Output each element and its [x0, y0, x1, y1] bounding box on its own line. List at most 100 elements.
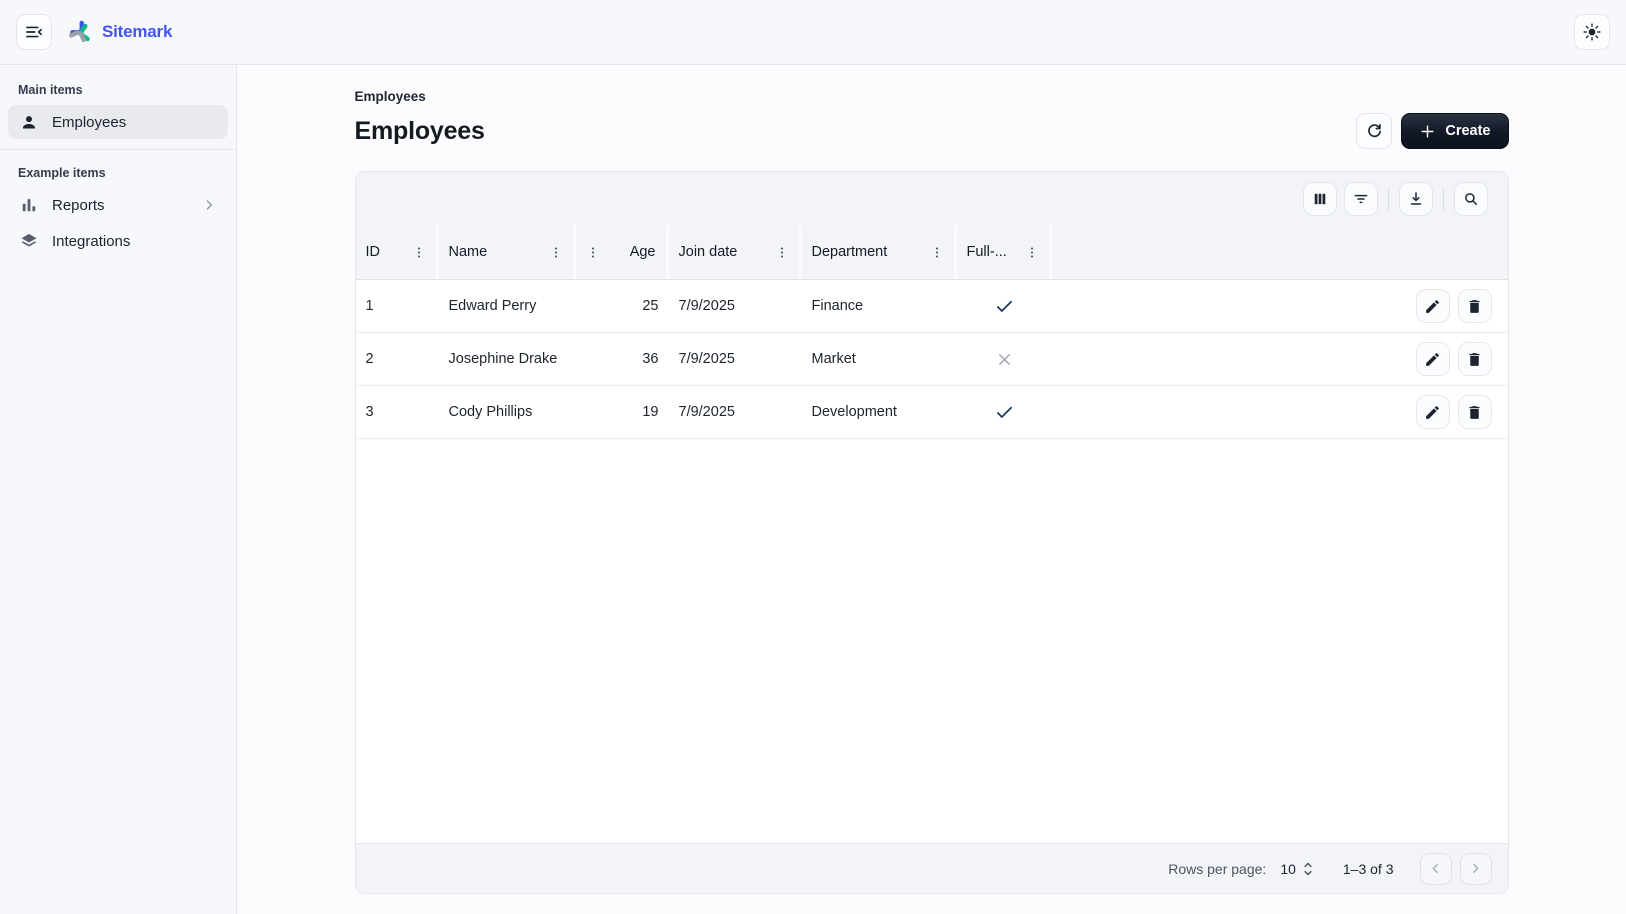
cell-department: Finance — [802, 280, 957, 332]
breadcrumb: Employees — [355, 89, 1509, 104]
refresh-button[interactable] — [1356, 113, 1392, 149]
theme-toggle-button[interactable] — [1574, 14, 1610, 50]
column-header[interactable]: Department — [802, 225, 957, 279]
column-menu-icon[interactable] — [1025, 245, 1039, 260]
brand-name: Sitemark — [102, 22, 172, 42]
search-icon — [1462, 190, 1480, 208]
sidebar-item-label: Employees — [52, 114, 126, 131]
sidebar-collapse-button[interactable] — [16, 14, 52, 50]
column-menu-icon[interactable] — [586, 245, 600, 260]
delete-row-button[interactable] — [1458, 289, 1492, 323]
select-stepper-icon — [1301, 860, 1315, 878]
filter-button[interactable] — [1344, 182, 1378, 216]
edit-row-button[interactable] — [1416, 395, 1450, 429]
person-icon — [19, 112, 39, 132]
columns-button[interactable] — [1303, 182, 1337, 216]
cell-name: Edward Perry — [439, 280, 576, 332]
header-filler — [1052, 225, 1508, 279]
column-header-label: Age — [630, 244, 656, 260]
cell-full-time — [957, 386, 1052, 438]
table-row[interactable]: 2 Josephine Drake 36 7/9/2025 Market — [356, 333, 1508, 386]
sidebar: Main items Employees Example items Repor… — [0, 65, 237, 914]
table-header-row: ID Name Age Join date Department Full-..… — [356, 225, 1508, 280]
brand-logo: Sitemark — [68, 20, 172, 45]
create-button[interactable]: Create — [1401, 113, 1508, 149]
previous-page-button[interactable] — [1420, 853, 1452, 885]
page-title: Employees — [355, 117, 485, 146]
topbar: Sitemark — [0, 0, 1626, 65]
sidebar-item-reports[interactable]: Reports — [8, 188, 228, 222]
row-actions — [1052, 333, 1508, 385]
cell-age: 25 — [576, 280, 669, 332]
column-header-label: Department — [812, 244, 888, 260]
create-button-label: Create — [1445, 123, 1490, 139]
sidebar-item-label: Integrations — [52, 233, 130, 250]
column-header[interactable]: Name — [439, 225, 576, 279]
cell-full-time — [957, 333, 1052, 385]
export-icon — [1407, 190, 1425, 208]
column-header-label: ID — [366, 244, 381, 260]
pencil-icon — [1424, 298, 1441, 315]
trash-icon — [1466, 351, 1483, 368]
sidebar-section-title: Main items — [0, 73, 236, 105]
sitemark-logo-icon — [68, 20, 93, 45]
cell-age: 19 — [576, 386, 669, 438]
row-actions — [1052, 386, 1508, 438]
search-button[interactable] — [1454, 182, 1488, 216]
column-header[interactable]: Age — [576, 225, 669, 279]
column-header[interactable]: ID — [356, 225, 439, 279]
edit-row-button[interactable] — [1416, 289, 1450, 323]
pencil-icon — [1424, 404, 1441, 421]
cell-full-time — [957, 280, 1052, 332]
table-row[interactable]: 3 Cody Phillips 19 7/9/2025 Development — [356, 386, 1508, 439]
pagination-range: 1–3 of 3 — [1343, 861, 1394, 877]
delete-row-button[interactable] — [1458, 342, 1492, 376]
column-menu-icon[interactable] — [930, 245, 944, 260]
plus-icon — [1419, 123, 1436, 140]
column-header[interactable]: Join date — [669, 225, 802, 279]
row-actions — [1052, 280, 1508, 332]
cell-id: 1 — [356, 280, 439, 332]
export-button[interactable] — [1399, 182, 1433, 216]
trash-icon — [1466, 298, 1483, 315]
cell-join-date: 7/9/2025 — [669, 386, 802, 438]
table-body: 1 Edward Perry 25 7/9/2025 Finance — [356, 280, 1508, 439]
column-menu-icon[interactable] — [412, 245, 426, 260]
column-menu-icon[interactable] — [775, 245, 789, 260]
cell-department: Development — [802, 386, 957, 438]
column-header-label: Join date — [679, 244, 738, 260]
cell-id: 3 — [356, 386, 439, 438]
table-row[interactable]: 1 Edward Perry 25 7/9/2025 Finance — [356, 280, 1508, 333]
menu-open-icon — [24, 22, 44, 42]
toolbar-divider — [1443, 188, 1444, 210]
delete-row-button[interactable] — [1458, 395, 1492, 429]
rows-per-page-select[interactable]: 10 — [1280, 860, 1315, 878]
sidebar-divider — [0, 149, 236, 150]
chevron-right-icon — [1468, 861, 1483, 876]
grid-footer: Rows per page: 10 1–3 of 3 — [356, 843, 1508, 893]
cell-department: Market — [802, 333, 957, 385]
sidebar-item-label: Reports — [52, 197, 105, 214]
sidebar-section-title: Example items — [0, 156, 236, 188]
cross-icon — [995, 350, 1014, 369]
sidebar-item-integrations[interactable]: Integrations — [8, 224, 228, 258]
bar-chart-icon — [19, 195, 39, 215]
chevron-right-icon — [201, 197, 217, 213]
cell-join-date: 7/9/2025 — [669, 333, 802, 385]
cell-name: Cody Phillips — [439, 386, 576, 438]
trash-icon — [1466, 404, 1483, 421]
rows-per-page-label: Rows per page: — [1168, 861, 1266, 877]
chevron-left-icon — [1428, 861, 1443, 876]
check-icon — [994, 402, 1015, 423]
layers-icon — [19, 231, 39, 251]
column-header-label: Full-... — [967, 244, 1007, 260]
sidebar-item-employees[interactable]: Employees — [8, 105, 228, 139]
theme-sun-icon — [1582, 22, 1602, 42]
column-menu-icon[interactable] — [549, 245, 563, 260]
next-page-button[interactable] — [1460, 853, 1492, 885]
toolbar-divider — [1388, 188, 1389, 210]
column-header-label: Name — [449, 244, 488, 260]
edit-row-button[interactable] — [1416, 342, 1450, 376]
column-header[interactable]: Full-... — [957, 225, 1052, 279]
pencil-icon — [1424, 351, 1441, 368]
